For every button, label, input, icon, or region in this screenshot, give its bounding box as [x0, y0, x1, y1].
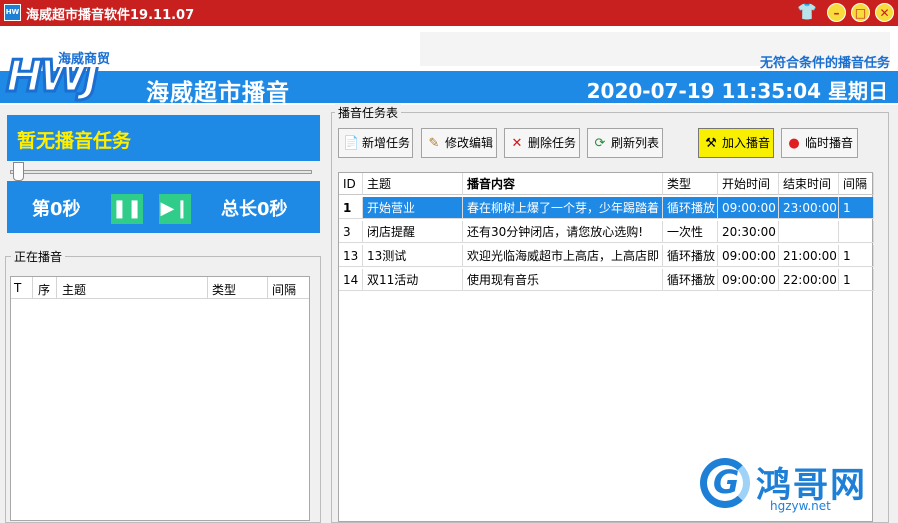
minimize-icon[interactable]: –: [827, 3, 846, 22]
col-t[interactable]: T: [14, 281, 21, 295]
table-row-start[interactable]: 09:00:00: [718, 245, 779, 267]
temp-broadcast-button[interactable]: ● 临时播音: [781, 128, 858, 158]
refresh-list-label: 刷新列表: [611, 136, 660, 150]
watermark-g-icon: G: [713, 463, 740, 501]
playback-controls: 第0秒 ❚❚ ▶❙ 总长0秒: [7, 181, 320, 233]
now-playing-text: 暂无播音任务: [17, 130, 132, 152]
col-interval[interactable]: 间隔: [839, 173, 874, 195]
pause-button[interactable]: ❚❚: [111, 194, 143, 224]
delete-icon: ✕: [511, 136, 523, 151]
table-row-content[interactable]: 使用现有音乐: [463, 269, 663, 291]
tools-icon: ⚒: [705, 136, 717, 151]
table-row-content[interactable]: 还有30分钟闭店，请您放心选购!: [463, 221, 663, 243]
col-interval[interactable]: 间隔: [272, 281, 296, 298]
table-row-content[interactable]: 春在柳树上爆了一个芽，少年踢踏着: [463, 197, 663, 219]
table-row-start[interactable]: 09:00:00: [718, 197, 779, 219]
table-row-end[interactable]: 23:00:00: [779, 197, 839, 219]
table-row-id[interactable]: 1: [339, 197, 363, 219]
task-group-label: 播音任务表: [335, 104, 402, 121]
col-id[interactable]: ID: [339, 173, 363, 195]
table-row-topic[interactable]: 开始营业: [363, 197, 463, 219]
refresh-icon: ⟳: [594, 136, 606, 151]
add-task-label: 新增任务: [362, 136, 411, 150]
table-row-type[interactable]: 循环播放: [663, 245, 718, 267]
table-row-end[interactable]: 22:00:00: [779, 269, 839, 291]
table-row-interval[interactable]: [839, 221, 874, 243]
col-topic[interactable]: 主题: [62, 281, 86, 298]
table-row-end[interactable]: 21:00:00: [779, 245, 839, 267]
table-row-start[interactable]: 20:30:00: [718, 221, 779, 243]
table-row-interval[interactable]: 1: [839, 245, 874, 267]
edit-icon: ✎: [428, 136, 440, 151]
add-icon: 📄: [343, 136, 360, 151]
company-logo: HWJ 海威商贸: [5, 48, 134, 101]
table-row-start[interactable]: 09:00:00: [718, 269, 779, 291]
next-button[interactable]: ▶❙: [159, 194, 191, 224]
next-icon: ▶❙: [160, 198, 190, 219]
add-to-broadcast-label: 加入播音: [722, 136, 771, 150]
table-row-interval[interactable]: 1: [839, 269, 874, 291]
maximize-icon[interactable]: □: [851, 3, 870, 22]
window-title: 海威超市播音软件19.11.07: [26, 8, 195, 23]
table-row-id[interactable]: 14: [339, 269, 363, 291]
edit-task-button[interactable]: ✎ 修改编辑: [421, 128, 497, 158]
record-icon: ●: [788, 136, 800, 151]
elapsed-seconds: 第0秒: [32, 199, 81, 220]
watermark-url: hgzyw.net: [770, 499, 831, 513]
table-row-interval[interactable]: 1: [839, 197, 874, 219]
table-row-type[interactable]: 循环播放: [663, 269, 718, 291]
progress-slider-thumb[interactable]: [13, 162, 24, 181]
pause-icon: ❚❚: [111, 198, 143, 219]
close-icon[interactable]: ✕: [875, 3, 894, 22]
col-type[interactable]: 类型: [663, 173, 718, 195]
progress-slider-track[interactable]: [10, 170, 312, 174]
table-row-id[interactable]: 13: [339, 245, 363, 267]
playing-list-header: T 序 主题 类型 间隔: [11, 277, 309, 299]
table-row-topic[interactable]: 13测试: [363, 245, 463, 267]
table-row-end[interactable]: [779, 221, 839, 243]
refresh-list-button[interactable]: ⟳ 刷新列表: [587, 128, 663, 158]
add-task-button[interactable]: 📄 新增任务: [338, 128, 413, 158]
col-start[interactable]: 开始时间: [718, 173, 779, 195]
brand-title: 海威超市播音: [146, 80, 290, 106]
col-seq[interactable]: 序: [38, 281, 50, 298]
col-end[interactable]: 结束时间: [779, 173, 839, 195]
col-topic[interactable]: 主题: [363, 173, 463, 195]
shirt-icon[interactable]: 👕: [797, 2, 817, 22]
table-row-topic[interactable]: 闭店提醒: [363, 221, 463, 243]
delete-task-label: 删除任务: [528, 136, 577, 150]
playing-list[interactable]: T 序 主题 类型 间隔: [10, 276, 310, 521]
col-type[interactable]: 类型: [212, 281, 236, 298]
now-playing-box: 暂无播音任务: [7, 115, 320, 161]
datetime-display: 2020-07-19 11:35:04 星期日: [586, 79, 888, 103]
app-icon: HW: [4, 4, 21, 21]
add-to-broadcast-button[interactable]: ⚒ 加入播音: [698, 128, 774, 158]
col-content[interactable]: 播音内容: [463, 173, 663, 195]
logo-tag: 海威商贸: [56, 48, 113, 67]
temp-broadcast-label: 临时播音: [805, 136, 854, 150]
table-row-topic[interactable]: 双11活动: [363, 269, 463, 291]
total-seconds: 总长0秒: [221, 199, 288, 220]
delete-task-button[interactable]: ✕ 删除任务: [504, 128, 580, 158]
table-row-type[interactable]: 循环播放: [663, 197, 718, 219]
table-row-type[interactable]: 一次性: [663, 221, 718, 243]
table-row-content[interactable]: 欢迎光临海威超市上高店，上高店即: [463, 245, 663, 267]
table-row-id[interactable]: 3: [339, 221, 363, 243]
playing-group-label: 正在播音: [11, 248, 66, 265]
title-bar: HW 海威超市播音软件19.11.07 👕 – □ ✕: [0, 0, 898, 26]
status-text: 无符合条件的播音任务: [759, 56, 890, 71]
edit-task-label: 修改编辑: [445, 136, 494, 150]
